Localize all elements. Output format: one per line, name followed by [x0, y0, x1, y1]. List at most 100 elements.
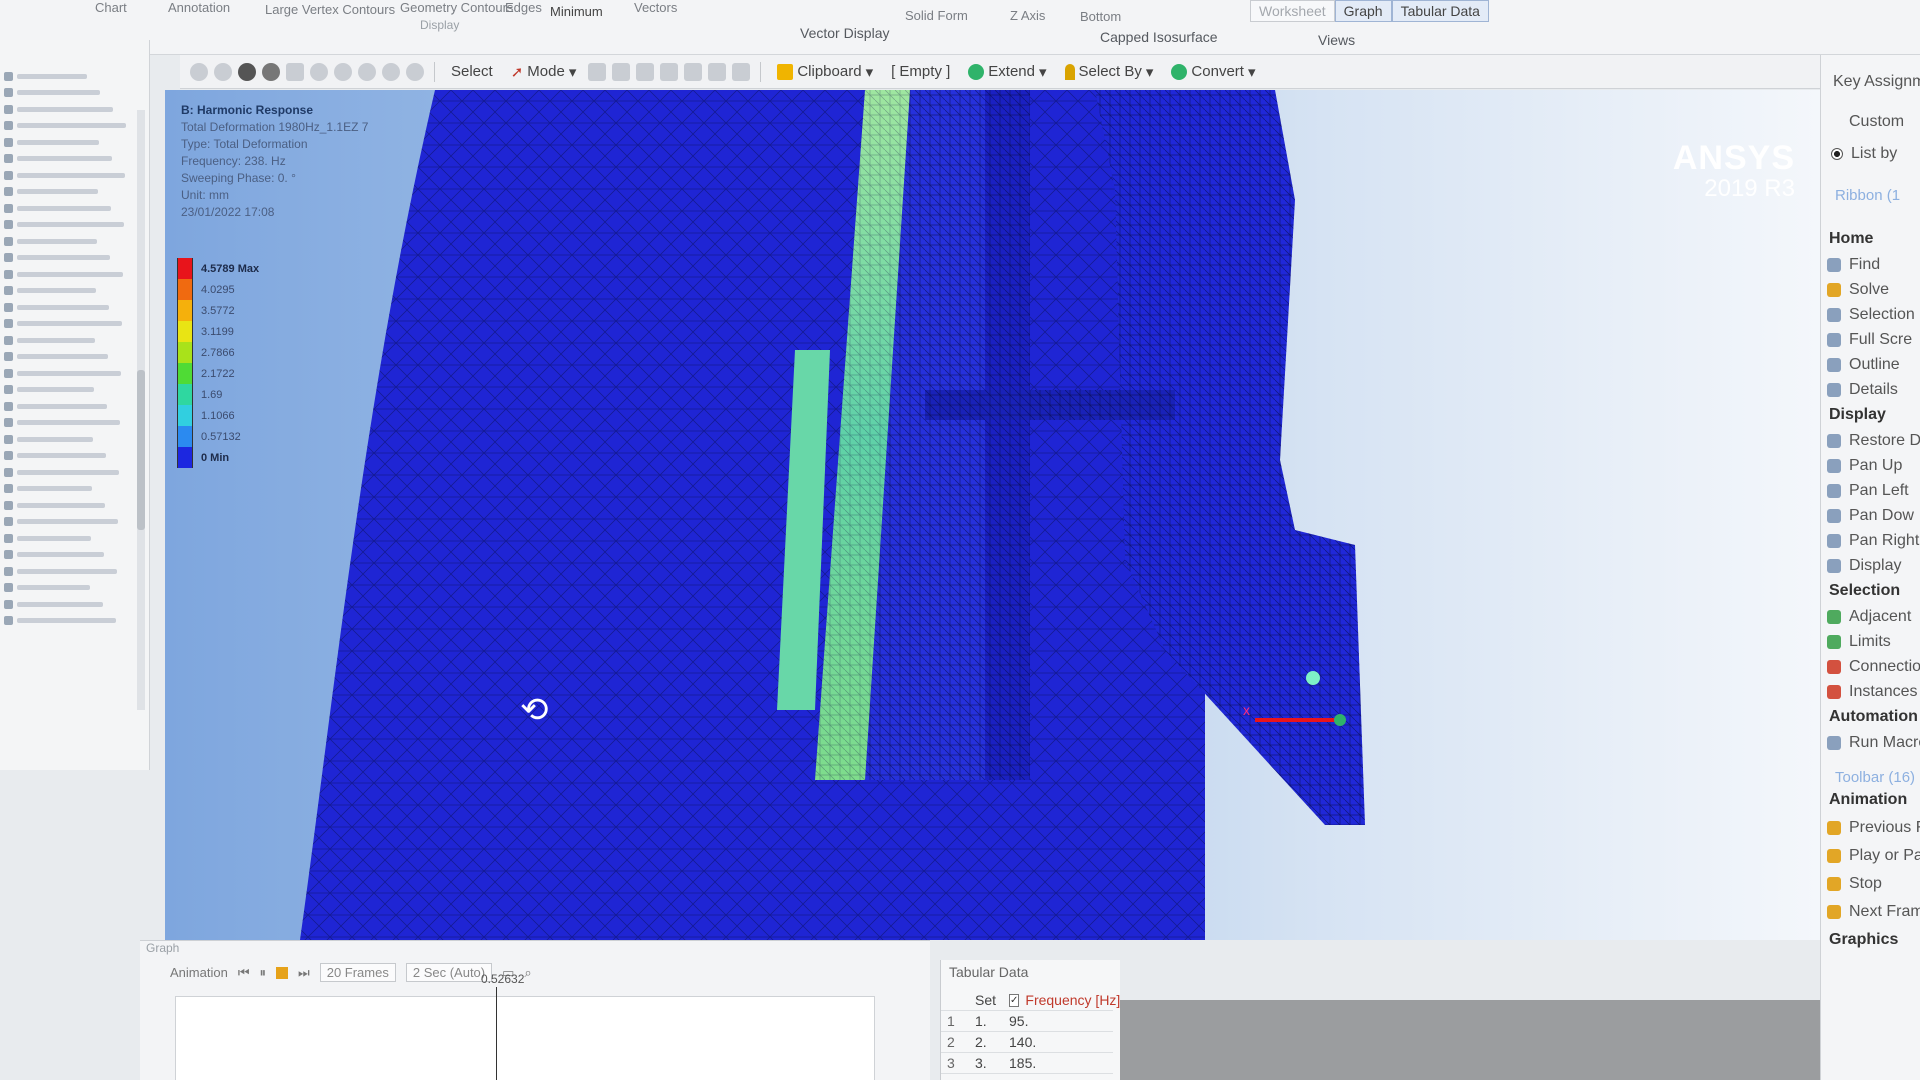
- frequency-column-header[interactable]: ✓ Frequency [Hz]: [1003, 992, 1120, 1008]
- outline-tree-row[interactable]: [4, 101, 149, 118]
- select-edge-icon[interactable]: [612, 62, 631, 81]
- key-command-item[interactable]: Solve: [1827, 281, 1889, 299]
- outline-scrollbar[interactable]: [137, 110, 145, 710]
- key-command-item[interactable]: Run Macro: [1827, 734, 1920, 752]
- ribbon-annotation-button[interactable]: Annotation: [168, 0, 230, 15]
- outline-tree-row[interactable]: [4, 415, 149, 432]
- ribbon-bottom[interactable]: Bottom: [1080, 9, 1121, 24]
- stop-icon[interactable]: [276, 966, 289, 979]
- key-command-item[interactable]: Details: [1827, 381, 1898, 399]
- zoom-out-icon[interactable]: [214, 62, 232, 81]
- graphics-viewport[interactable]: x B: Harmonic Response Total Deformation…: [165, 90, 1820, 940]
- outline-tree-row[interactable]: [4, 398, 149, 415]
- select-vertex-icon[interactable]: [588, 62, 607, 81]
- select-element-icon[interactable]: [708, 62, 727, 81]
- key-command-item[interactable]: Selection Information: [1827, 306, 1920, 324]
- key-command-item[interactable]: Instances: [1827, 683, 1917, 701]
- outline-tree-row[interactable]: [4, 547, 149, 564]
- outline-tree-row[interactable]: [4, 563, 149, 580]
- ribbon-group-label[interactable]: Ribbon (1: [1835, 187, 1900, 204]
- outline-tree-row[interactable]: [4, 613, 149, 630]
- key-command-item[interactable]: Connectio: [1827, 658, 1920, 676]
- table-row[interactable]: 1 1. 95.: [941, 1011, 1113, 1032]
- key-command-item[interactable]: Full Scre: [1827, 331, 1912, 349]
- zoom-fit-icon[interactable]: [382, 62, 400, 81]
- key-command-item[interactable]: Pan Right: [1827, 532, 1919, 550]
- graph-plot-area[interactable]: 0.52632: [175, 972, 875, 1080]
- checkbox-icon[interactable]: ✓: [1009, 993, 1020, 1007]
- outline-tree-row[interactable]: [4, 217, 149, 234]
- zoom-icon[interactable]: [190, 62, 208, 81]
- toolbar-group-label[interactable]: Toolbar (16): [1835, 769, 1915, 786]
- convert-dropdown[interactable]: Convert ▾: [1165, 61, 1261, 83]
- table-row[interactable]: 2 2. 140.: [941, 1032, 1113, 1053]
- pan-icon[interactable]: [334, 62, 352, 81]
- outline-tree-row[interactable]: [4, 580, 149, 597]
- fe-mesh-model[interactable]: x: [165, 90, 1820, 940]
- outline-tree-row[interactable]: [4, 233, 149, 250]
- key-command-item[interactable]: Pan Dow: [1827, 507, 1914, 525]
- outline-tree-row[interactable]: [4, 266, 149, 283]
- animation-command-item[interactable]: Previous Fra: [1827, 819, 1920, 837]
- ribbon-minimum-button[interactable]: Minimum: [550, 4, 603, 19]
- graph-time-marker[interactable]: [496, 987, 497, 1080]
- outline-scroll-thumb[interactable]: [137, 370, 145, 530]
- outline-tree-row[interactable]: [4, 283, 149, 300]
- key-assignments-panel[interactable]: Key Assignm Custom List by Ribbon (1 Hom…: [1820, 55, 1920, 1080]
- key-command-item[interactable]: Find: [1827, 256, 1880, 274]
- custom-option[interactable]: Custom: [1849, 113, 1904, 131]
- outline-tree-row[interactable]: [4, 299, 149, 316]
- frames-select[interactable]: 20 Frames: [319, 963, 396, 982]
- outline-tree-row[interactable]: [4, 596, 149, 613]
- animation-command-item[interactable]: Stop: [1827, 875, 1882, 893]
- outline-tree-row[interactable]: [4, 530, 149, 547]
- select-face-icon[interactable]: [636, 62, 655, 81]
- outline-tree-row[interactable]: [4, 464, 149, 481]
- edges-icon[interactable]: [262, 62, 280, 81]
- list-by-option[interactable]: List by: [1831, 145, 1897, 163]
- tab-worksheet[interactable]: Worksheet: [1250, 0, 1335, 22]
- outline-tree-row[interactable]: [4, 514, 149, 531]
- outline-tree-row[interactable]: [4, 316, 149, 333]
- contour-legend[interactable]: 4.5789 Max 4.0295 3.5772 3.1199 2.7866 2.1722…: [177, 258, 259, 468]
- ribbon-chart-button[interactable]: Chart: [95, 0, 127, 15]
- select-body-icon[interactable]: [660, 62, 679, 81]
- outline-tree-row[interactable]: [4, 332, 149, 349]
- outline-tree-row[interactable]: [4, 365, 149, 382]
- key-command-item[interactable]: Restore D: [1827, 432, 1920, 450]
- outline-tree-row[interactable]: [4, 85, 149, 102]
- clipboard-dropdown[interactable]: Clipboard ▾: [771, 61, 879, 83]
- set-column-header[interactable]: Set: [969, 992, 1003, 1008]
- tab-graph[interactable]: Graph: [1334, 0, 1392, 22]
- outline-tree-row[interactable]: [4, 184, 149, 201]
- outline-tree-row[interactable]: [4, 200, 149, 217]
- tab-tabular-data[interactable]: Tabular Data: [1391, 0, 1489, 22]
- outline-tree-row[interactable]: [4, 349, 149, 366]
- shaded-icon[interactable]: [238, 62, 256, 81]
- ribbon-vectors-button[interactable]: Vectors: [634, 0, 677, 15]
- select-by-dropdown[interactable]: Select By ▾: [1059, 61, 1160, 83]
- outline-tree-row[interactable]: [4, 431, 149, 448]
- outline-tree-row[interactable]: [4, 250, 149, 267]
- outline-tree-row[interactable]: [4, 167, 149, 184]
- key-command-item[interactable]: Pan Up: [1827, 457, 1902, 475]
- pause-icon[interactable]: ⏸: [260, 965, 267, 981]
- ribbon-z-axis[interactable]: Z Axis: [1010, 8, 1045, 23]
- outline-tree-row[interactable]: [4, 68, 149, 85]
- outline-tree-row[interactable]: [4, 382, 149, 399]
- key-command-item[interactable]: Limits: [1827, 633, 1891, 651]
- animation-command-item[interactable]: Next Frame: [1827, 903, 1920, 921]
- previous-frame-icon[interactable]: ⏮: [238, 965, 250, 981]
- select-mesh-icon[interactable]: [732, 62, 751, 81]
- outline-tree-row[interactable]: [4, 134, 149, 151]
- magnifier-icon[interactable]: [406, 62, 424, 81]
- next-frame-icon[interactable]: ⏭: [298, 965, 310, 981]
- key-command-item[interactable]: Outline: [1827, 356, 1900, 374]
- ribbon-edges[interactable]: Edges: [505, 0, 542, 15]
- key-command-item[interactable]: Adjacent: [1827, 608, 1911, 626]
- outline-tree-row[interactable]: [4, 497, 149, 514]
- outline-tree-row[interactable]: [4, 118, 149, 135]
- outline-tree-row[interactable]: [4, 151, 149, 168]
- wireframe-icon[interactable]: [286, 62, 304, 81]
- ribbon-solid-form[interactable]: Solid Form: [905, 8, 968, 23]
